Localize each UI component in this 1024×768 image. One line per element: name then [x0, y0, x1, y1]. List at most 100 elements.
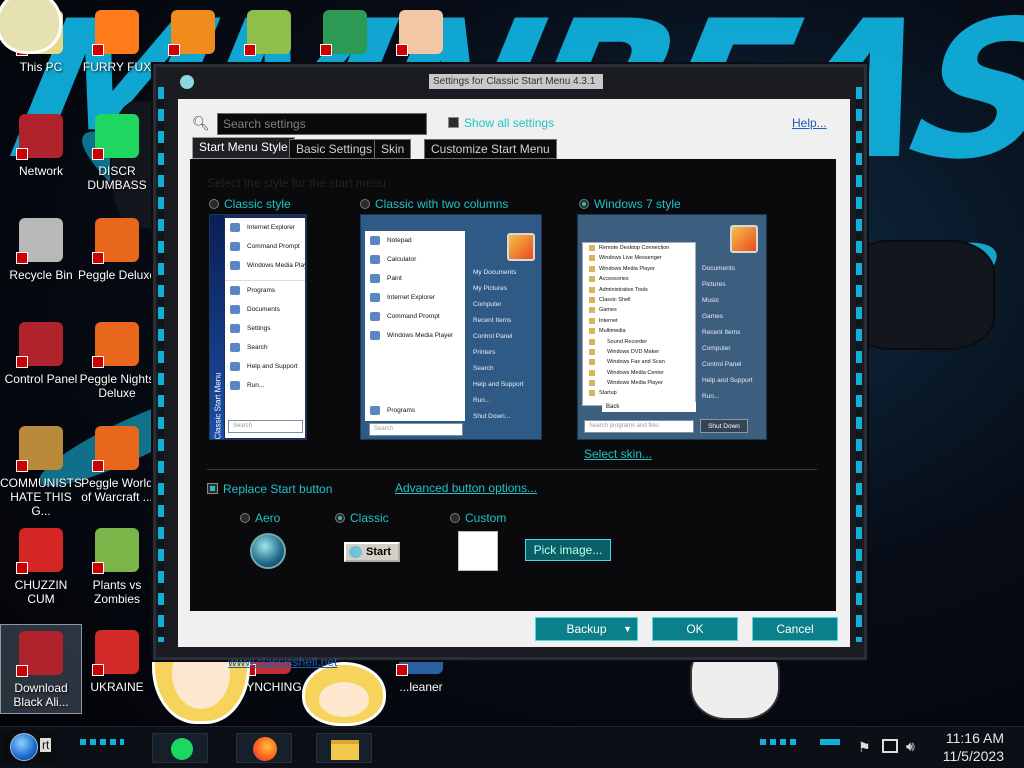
desktop-icon[interactable]: Network — [0, 108, 82, 198]
desktop-icon-label: UKRAINE — [90, 680, 144, 694]
two-columns-option[interactable]: Classic with two columns — [360, 197, 508, 211]
desktop-icon[interactable]: FURRY FUX — [76, 4, 158, 94]
start-text: Start — [366, 546, 392, 558]
advanced-button-options-link[interactable]: Advanced button options... — [395, 481, 537, 495]
radio[interactable] — [450, 513, 460, 523]
radio[interactable] — [209, 199, 219, 209]
file-explorer-icon — [331, 740, 359, 760]
desktop-icon[interactable]: Control Panel — [0, 316, 82, 406]
network-icon[interactable] — [882, 739, 898, 753]
aero-option[interactable]: Aero — [240, 511, 280, 525]
settings-dialog: Settings for Classic Start Menu 4.3.1 🔍︎… — [153, 64, 867, 669]
list-item: Control Panel — [702, 361, 742, 368]
desktop-icon-label: Plants vs Zombies — [92, 578, 142, 606]
firefox-icon — [253, 737, 277, 761]
desktop-icon[interactable]: DISCR DUMBASS — [76, 108, 158, 198]
radio-selected[interactable] — [335, 513, 345, 523]
tab-start-menu-style[interactable]: Start Menu Style — [192, 137, 295, 159]
desktop-icon[interactable]: Download Black Ali... — [0, 624, 82, 714]
desktop-icon-label: Peggle World of Warcraft ... — [81, 476, 153, 504]
desktop-icon[interactable]: Recycle Bin — [0, 212, 82, 302]
list-item: Classic Shell — [583, 295, 695, 305]
classic-menu-list: Internet Explorer Command Prompt Windows… — [225, 218, 305, 438]
list-item: Games — [702, 313, 723, 320]
window-title: Settings for Classic Start Menu 4.3.1 — [429, 74, 603, 89]
list-item: Multimedia — [583, 326, 695, 336]
windows7-preview[interactable]: Remote Desktop Connection Windows Live M… — [577, 214, 767, 440]
website-link[interactable]: www.classicshell.net — [228, 655, 337, 669]
tab-customize-start-menu[interactable]: Customize Start Menu — [424, 139, 557, 159]
win7-shutdown-button: Shut Down — [700, 419, 748, 433]
list-item: Internet Explorer — [365, 288, 465, 307]
taskbar-app-file-explorer[interactable] — [316, 733, 372, 763]
list-item: Games — [583, 305, 695, 315]
help-link[interactable]: Help... — [792, 116, 827, 130]
classic-shell-icon — [349, 546, 362, 558]
desktop-icon-label: Recycle Bin — [9, 268, 73, 282]
classic-start-button-preview: Start — [344, 542, 400, 562]
desktop-icon[interactable]: UKRAINE — [76, 624, 158, 714]
desktop-icon[interactable]: Peggle Nights Deluxe — [76, 316, 158, 406]
backup-label: Backup — [566, 622, 607, 636]
volume-icon[interactable]: 🔊︎ — [906, 738, 915, 755]
list-item: Recent Items — [473, 317, 512, 324]
custom-label: Custom — [465, 511, 507, 525]
desktop-icon[interactable]: COMMUNISTS HATE THIS G... — [0, 420, 82, 518]
radio[interactable] — [240, 513, 250, 523]
win7-program-list: Remote Desktop Connection Windows Live M… — [582, 242, 696, 406]
search-input[interactable]: Search settings — [217, 113, 427, 135]
radio[interactable] — [360, 199, 370, 209]
list-item: Help and Support — [702, 377, 753, 384]
hxd-icon — [244, 10, 291, 56]
list-item: Internet Explorer — [225, 218, 305, 237]
desktop-icon[interactable]: Plants vs Zombies — [76, 522, 158, 612]
backup-button[interactable]: Backup ▼ — [535, 617, 638, 641]
cancel-button[interactable]: Cancel — [752, 617, 838, 641]
doctor-icon — [396, 10, 443, 56]
windows7-style-option[interactable]: Windows 7 style — [579, 197, 681, 211]
list-item: Run... — [225, 376, 305, 395]
taskbar-app-spotify[interactable] — [152, 733, 208, 763]
classic-button-label: Classic — [350, 511, 389, 525]
classic-style-option[interactable]: Classic style — [209, 197, 291, 211]
list-item: Windows DVD Maker — [583, 347, 695, 357]
clock-time[interactable]: 11:16 AM — [946, 730, 1004, 746]
desktop-icon[interactable]: Peggle World of Warcraft ... — [76, 420, 158, 510]
ok-button[interactable]: OK — [652, 617, 738, 641]
select-skin-link[interactable]: Select skin... — [584, 447, 652, 461]
custom-option[interactable]: Custom — [450, 511, 506, 525]
two-columns-preview[interactable]: Notepad Calculator Paint Internet Explor… — [360, 214, 542, 440]
list-item: Windows Media Player — [225, 256, 305, 275]
pvz-icon — [92, 528, 139, 574]
pick-image-button[interactable]: Pick image... — [525, 539, 611, 561]
list-item: My Pictures — [473, 285, 507, 292]
show-all-settings[interactable]: Show all settings — [448, 116, 554, 130]
taskbar-app-firefox[interactable] — [236, 733, 292, 763]
win7-right-list: Documents Pictures Music Games Recent It… — [702, 261, 764, 405]
start-button[interactable]: rt — [2, 731, 56, 763]
classic-button-option[interactable]: Classic — [335, 511, 389, 525]
show-all-label: Show all settings — [464, 116, 555, 130]
desktop-icon[interactable]: Peggle Deluxe — [76, 212, 158, 302]
desktop-icon-label: Control Panel — [4, 372, 78, 386]
classic-preview[interactable]: Classic Start Menu Internet Explorer Com… — [209, 214, 307, 440]
control-panel-icon — [16, 322, 63, 368]
two-columns-label: Classic with two columns — [375, 197, 509, 211]
taskbar-decoration — [760, 739, 800, 745]
list-item: Help and Support — [225, 357, 305, 376]
radio-selected[interactable] — [579, 199, 589, 209]
replace-start-option[interactable]: Replace Start button — [207, 482, 332, 496]
checkbox[interactable] — [448, 117, 459, 128]
taskbar: rt ⚑ 🔊︎ 11:16 AM 11/5/2023 — [0, 726, 1024, 768]
vlc-icon — [168, 10, 215, 56]
aero-orb-icon — [250, 533, 286, 569]
tab-basic-settings[interactable]: Basic Settings — [289, 139, 380, 159]
clock-date[interactable]: 11/5/2023 — [943, 748, 1004, 764]
desktop-icon[interactable]: CHUZZIN CUM — [0, 522, 82, 612]
flag-icon[interactable]: ⚑ — [858, 739, 871, 756]
desktop-icon-label: DISCR DUMBASS — [87, 164, 147, 192]
windows-flag-icon — [730, 225, 758, 253]
checkbox-checked[interactable] — [207, 483, 218, 494]
classic-side-text: Classic Start Menu — [213, 372, 223, 440]
tab-skin[interactable]: Skin — [374, 139, 412, 159]
